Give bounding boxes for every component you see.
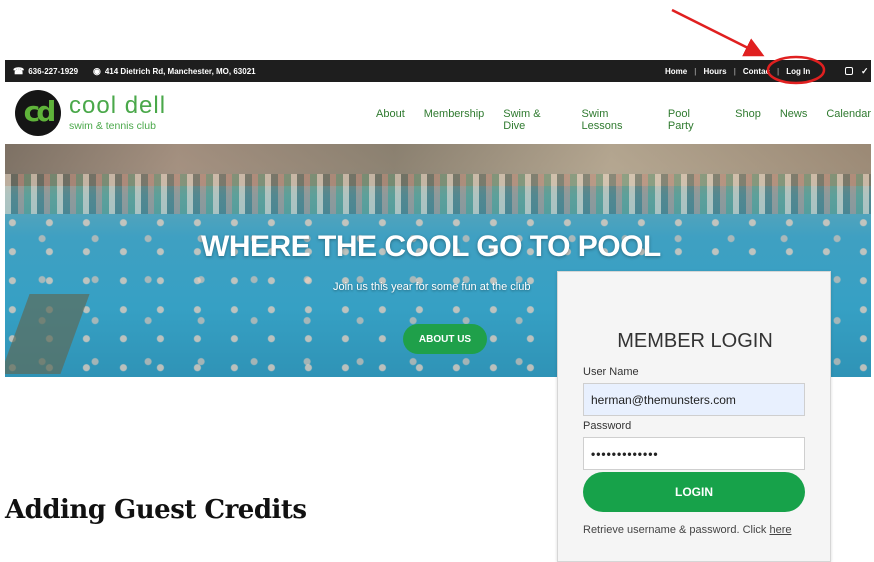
retrieve-here-link[interactable]: here [769,524,791,536]
top-nav: Home | Hours | Contac | Log In [665,60,810,82]
login-title: MEMBER LOGIN [617,330,773,352]
login-button[interactable]: LOGIN [583,472,805,512]
site-header: cd cool dell swim & tennis club About Me… [5,82,871,144]
username-input[interactable]: herman@themunsters.com [583,383,805,416]
nav-calendar[interactable]: Calendar [826,108,871,132]
top-nav-login[interactable]: Log In [786,67,810,76]
nav-membership[interactable]: Membership [424,108,485,132]
social-links: ✓ [845,66,869,77]
section-heading: Adding Guest Credits [5,495,307,525]
map-pin-icon: ◉ [93,65,101,76]
top-nav-hours[interactable]: Hours [703,67,726,76]
nav-pool-party[interactable]: Pool Party [668,108,716,132]
hero-title: WHERE THE COOL GO TO POOL [201,230,661,263]
annotation-arrow [671,8,765,57]
phone-icon: ☎ [13,65,25,76]
nav-swim-dive[interactable]: Swim & Dive [503,108,562,132]
nav-about[interactable]: About [376,108,405,132]
nav-swim-lessons[interactable]: Swim Lessons [582,108,649,132]
about-us-button[interactable]: ABOUT US [403,324,487,354]
phone-contact[interactable]: ☎ 636-227-1929 [13,66,78,77]
address-text: 414 Dietrich Rd, Manchester, MO, 63021 [104,66,256,76]
phone-number: 636-227-1929 [28,66,79,76]
member-login-card: MEMBER LOGIN User Name herman@themunster… [557,271,831,562]
logo-title[interactable]: cool dell [69,92,166,120]
logo-subtitle: swim & tennis club [69,120,156,132]
nav-news[interactable]: News [780,108,808,132]
top-nav-home[interactable]: Home [665,67,687,76]
retrieve-credentials-text: Retrieve username & password. Click here [583,524,792,536]
main-nav: About Membership Swim & Dive Swim Lesson… [376,108,871,132]
nav-separator: | [694,66,697,76]
top-bar: ☎ 636-227-1929 ◉ 414 Dietrich Rd, Manche… [5,60,871,82]
nav-shop[interactable]: Shop [735,108,761,132]
logo-mark-text: cd [23,95,57,128]
address-contact[interactable]: ◉ 414 Dietrich Rd, Manchester, MO, 63021 [93,66,256,77]
password-label: Password [583,420,632,432]
twitter-icon[interactable]: ✓ [861,66,869,77]
nav-separator: | [776,66,780,76]
logo-mark[interactable]: cd [15,90,61,136]
username-label: User Name [583,366,639,378]
hero-subtitle: Join us this year for some fun at the cl… [333,281,531,293]
hero-crowd [5,174,871,214]
nav-separator: | [733,66,736,76]
top-nav-contact[interactable]: Contac [743,67,770,76]
instagram-icon[interactable] [845,67,853,75]
password-input[interactable]: ••••••••••••• [583,437,805,470]
retrieve-text: Retrieve username & password. Click [583,524,770,536]
